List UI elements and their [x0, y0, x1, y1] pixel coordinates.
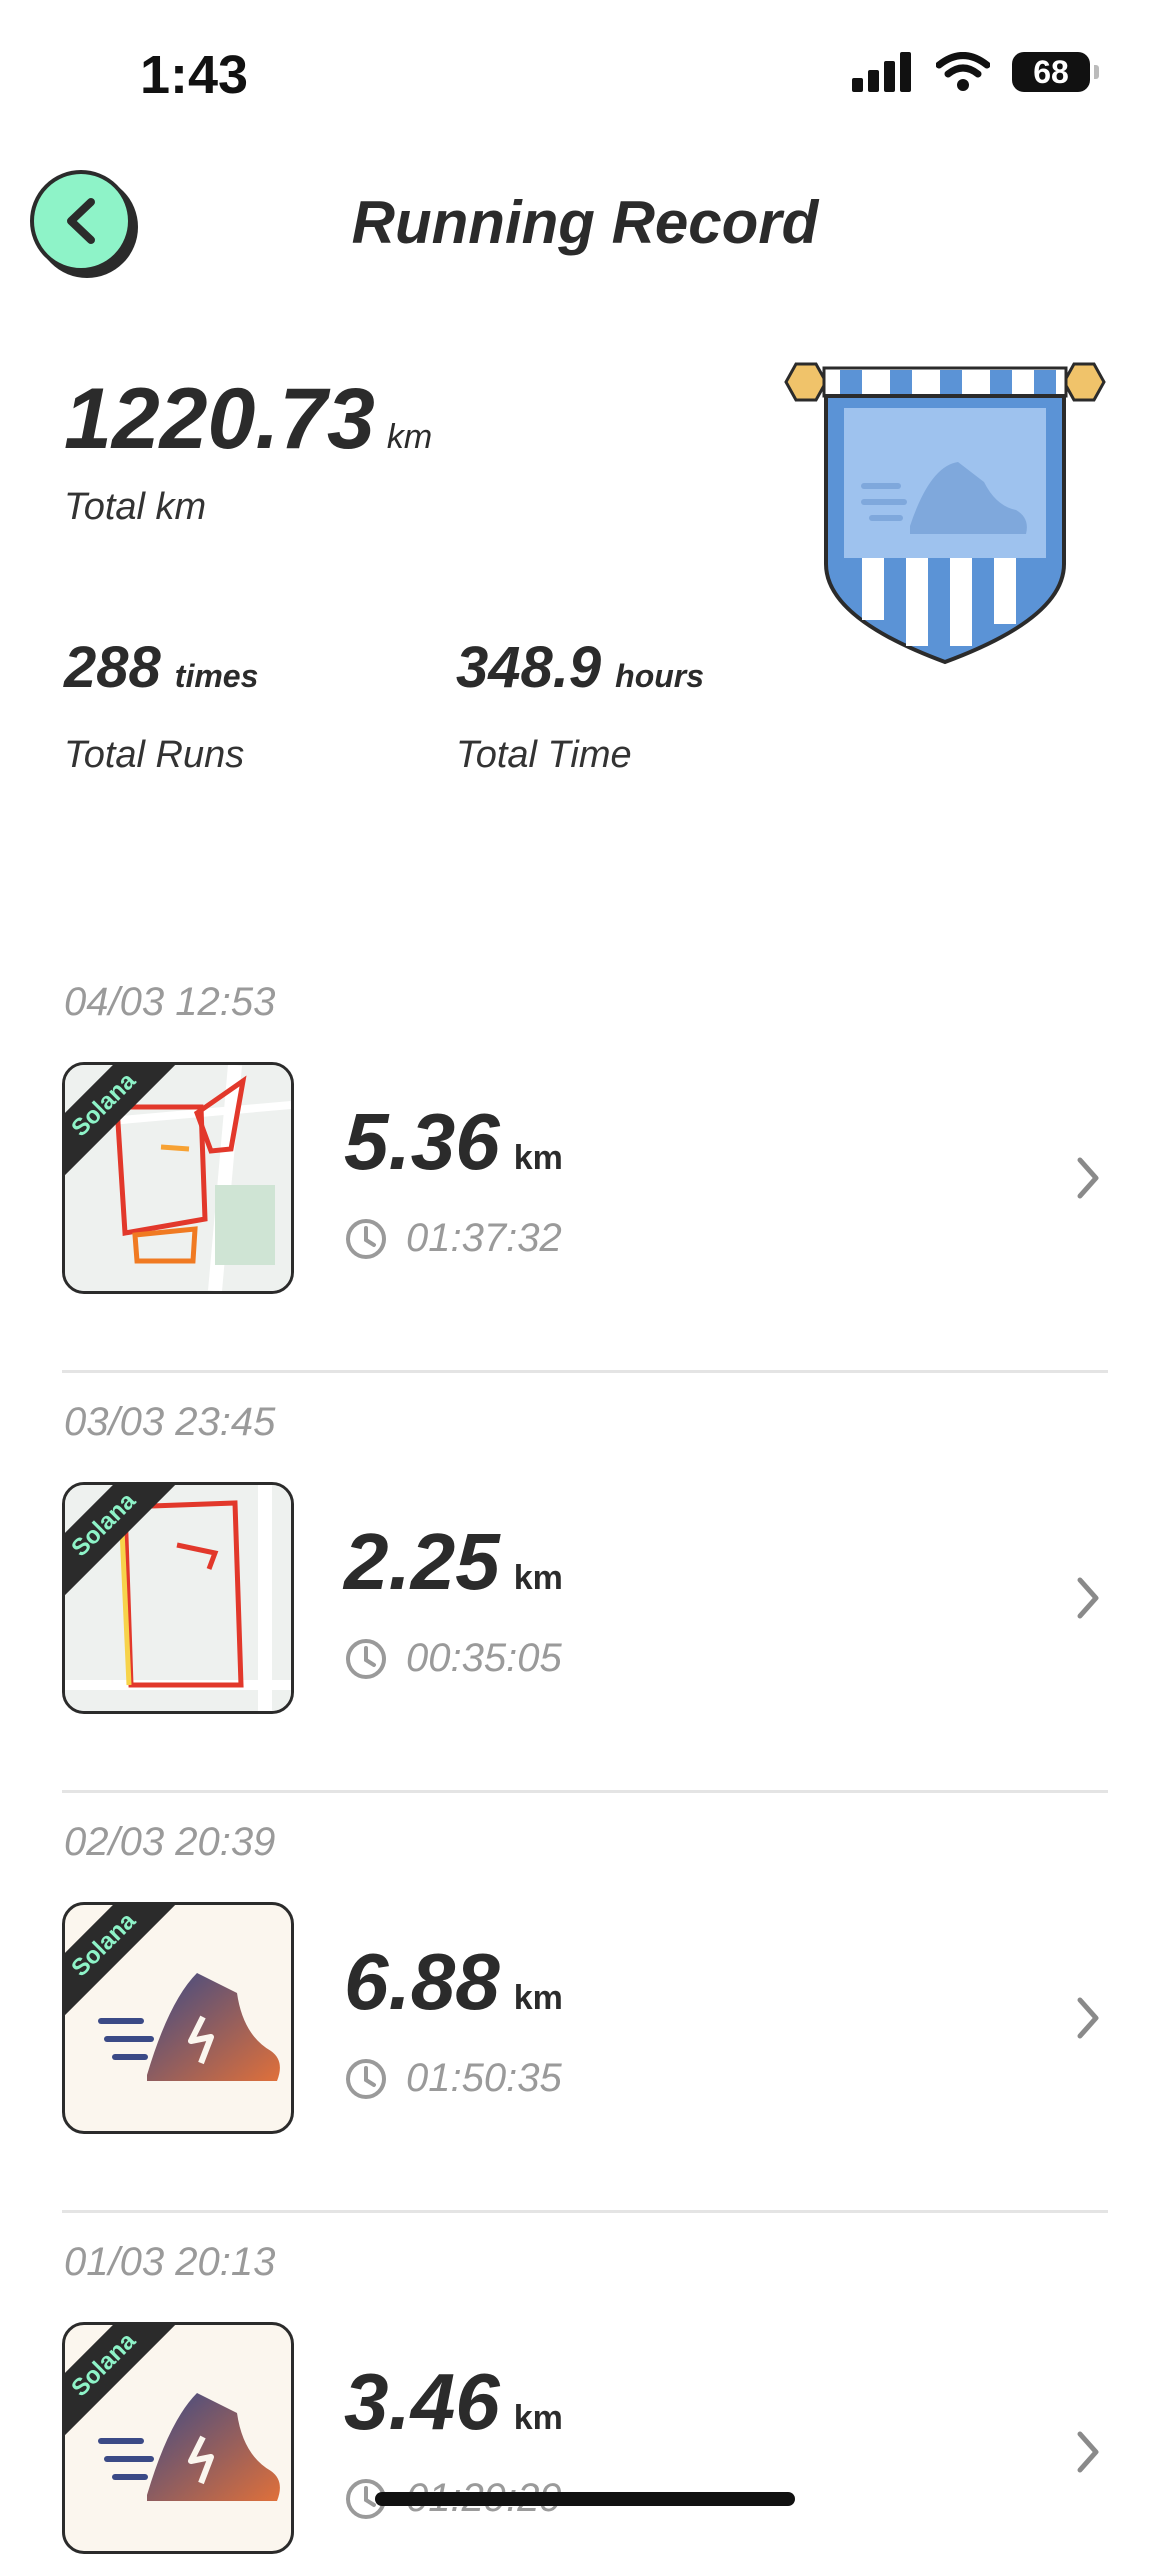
record-duration: 00:35:05: [344, 1636, 562, 1681]
record-date: 04/03 12:53: [64, 980, 276, 1024]
total-km-unit: km: [386, 418, 433, 456]
list-divider: [62, 1370, 1108, 1373]
total-runs-label: Total Runs: [64, 734, 245, 776]
chevron-right-icon[interactable]: [1070, 1148, 1106, 1208]
pennant-badge-icon: [784, 362, 1106, 665]
chevron-right-icon[interactable]: [1070, 1988, 1106, 2048]
clock-icon: [346, 2058, 386, 2099]
status-time: 1:43: [140, 45, 249, 105]
total-time-label: Total Time: [456, 734, 632, 776]
home-indicator[interactable]: [375, 2492, 795, 2506]
record-distance: 6.88 km: [344, 1937, 563, 2026]
clock-icon: [346, 1218, 386, 1259]
total-km-value: 1220.73 km: [64, 371, 433, 467]
chevron-right-icon[interactable]: [1070, 1568, 1106, 1628]
total-time-value: 348.9 hours: [456, 635, 705, 700]
page-title: Running Record: [351, 189, 819, 256]
record-duration: 01:50:35: [344, 2056, 562, 2101]
record-distance: 3.46 km: [344, 2357, 563, 2446]
record-thumbnail[interactable]: Solana: [62, 1482, 294, 1714]
wifi-icon: [936, 52, 990, 91]
total-runs-value: 288 times: [64, 635, 259, 700]
record-thumbnail[interactable]: Solana: [62, 1062, 294, 1294]
list-divider: [62, 2210, 1108, 2213]
clock-icon: [346, 1638, 386, 1679]
battery-icon: 68: [1012, 52, 1099, 92]
total-km-label: Total km: [64, 486, 207, 528]
status-icons: 68: [852, 52, 1099, 92]
record-thumbnail[interactable]: Solana: [62, 1902, 294, 2134]
record-date: 01/03 20:13: [64, 2240, 276, 2284]
record-date: 02/03 20:39: [64, 1820, 276, 1864]
chevron-right-icon[interactable]: [1070, 2422, 1106, 2482]
record-thumbnail[interactable]: Solana: [62, 2322, 294, 2554]
list-divider: [62, 1790, 1108, 1793]
signal-icon: [852, 52, 911, 92]
record-date: 03/03 23:45: [64, 1400, 276, 1444]
record-distance: 2.25 km: [344, 1517, 563, 1606]
record-duration: 01:37:32: [344, 1216, 562, 1261]
total-time-unit: hours: [615, 658, 705, 694]
record-distance: 5.36 km: [344, 1097, 563, 1186]
total-runs-unit: times: [174, 658, 259, 694]
